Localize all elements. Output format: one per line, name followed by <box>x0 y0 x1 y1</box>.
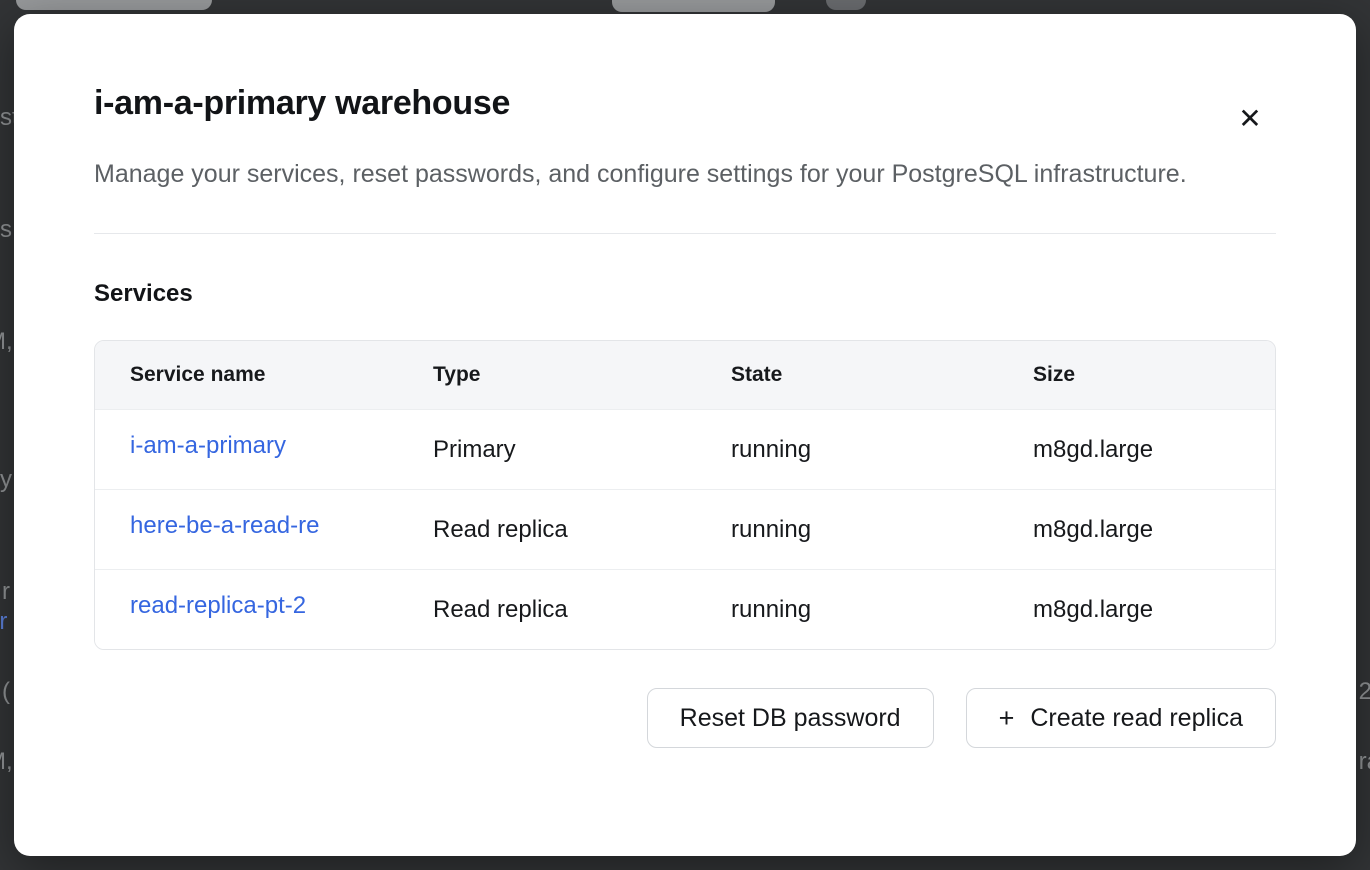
background-text-fragment: 2) <box>1359 680 1370 704</box>
create-read-replica-button[interactable]: + Create read replica <box>966 688 1276 748</box>
table-header-row: Service name Type State Size <box>95 341 1275 409</box>
table-row: i-am-a-primary Primary running m8gd.larg… <box>95 409 1275 489</box>
service-name-link[interactable]: here-be-a-read-re <box>130 512 319 540</box>
service-size-cell: m8gd.large <box>1033 596 1275 624</box>
background-text-fragment: ra <box>1359 750 1370 774</box>
column-header-service-name: Service name <box>95 363 433 387</box>
warehouse-dialog: i-am-a-primary warehouse ✕ Manage your s… <box>14 14 1356 856</box>
services-heading: Services <box>94 280 1276 308</box>
background-button-fragment <box>16 0 212 10</box>
table-row: here-be-a-read-re Read replica running m… <box>95 489 1275 569</box>
background-text-fragment: y <box>0 468 12 492</box>
services-table: Service name Type State Size i-am-a-prim… <box>94 340 1276 650</box>
service-type-cell: Read replica <box>433 516 731 544</box>
service-size-cell: m8gd.large <box>1033 436 1275 464</box>
service-state-cell: running <box>731 596 1033 624</box>
create-read-replica-label: Create read replica <box>1030 704 1243 733</box>
dialog-title: i-am-a-primary warehouse <box>94 84 1276 123</box>
background-text-fragment: M, <box>0 750 13 774</box>
service-type-cell: Read replica <box>433 596 731 624</box>
plus-icon: + <box>999 705 1015 732</box>
background-text-fragment: s <box>0 218 12 242</box>
service-type-cell: Primary <box>433 436 731 464</box>
dialog-actions: Reset DB password + Create read replica <box>94 688 1276 748</box>
column-header-type: Type <box>433 363 731 387</box>
background-button-fragment <box>826 0 866 10</box>
reset-db-password-button[interactable]: Reset DB password <box>647 688 934 748</box>
background-text-fragment: r <box>2 580 10 604</box>
background-text-fragment: M, <box>0 330 13 354</box>
service-name-link[interactable]: i-am-a-primary <box>130 432 286 460</box>
table-row: read-replica-pt-2 Read replica running m… <box>95 569 1275 649</box>
dialog-description: Manage your services, reset passwords, a… <box>94 153 1244 195</box>
background-button-fragment <box>612 0 775 12</box>
column-header-state: State <box>731 363 1033 387</box>
background-text-fragment: ( <box>2 680 10 704</box>
service-size-cell: m8gd.large <box>1033 516 1275 544</box>
service-state-cell: running <box>731 516 1033 544</box>
reset-db-password-label: Reset DB password <box>680 704 901 733</box>
background-link-fragment: ir <box>0 610 7 634</box>
service-name-link[interactable]: read-replica-pt-2 <box>130 592 306 620</box>
column-header-size: Size <box>1033 363 1275 387</box>
close-icon[interactable]: ✕ <box>1228 96 1272 140</box>
divider <box>94 233 1276 234</box>
service-state-cell: running <box>731 436 1033 464</box>
